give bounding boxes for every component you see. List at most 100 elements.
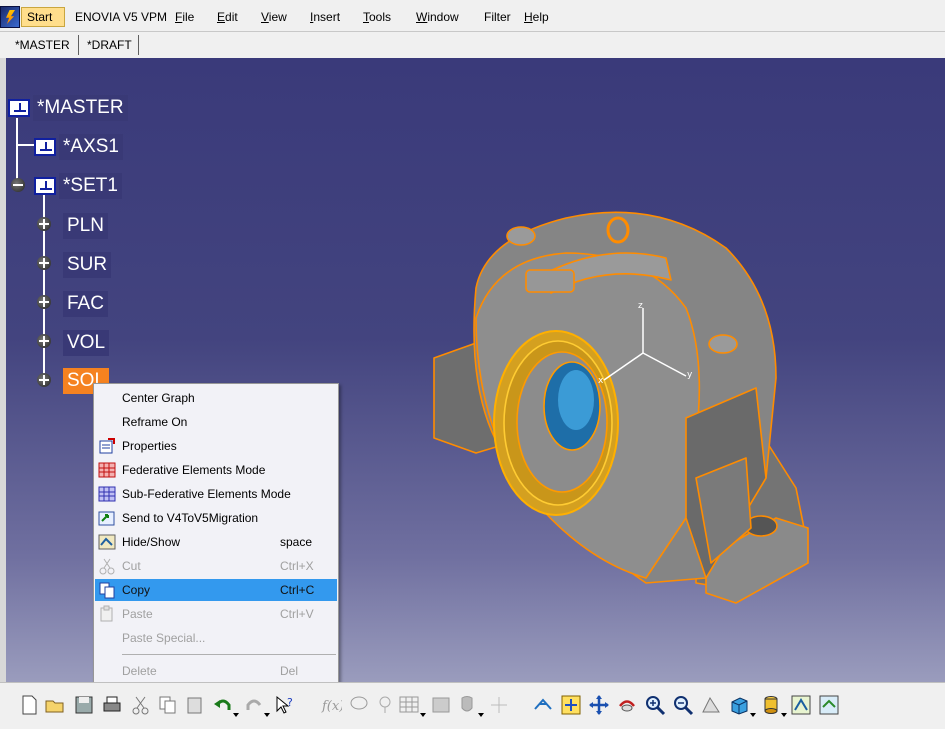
expand-icon[interactable] (37, 256, 51, 270)
macro-icon[interactable] (430, 694, 452, 716)
zoom-out-icon[interactable] (672, 694, 694, 716)
menu-item-sub-federative-mode[interactable]: Sub-Federative Elements Mode (95, 483, 337, 505)
tree-node-master[interactable]: *MASTER (8, 95, 128, 121)
menu-item-label: Hide/Show (122, 535, 181, 549)
menu-item-center-graph[interactable]: Center Graph (95, 387, 337, 409)
dropdown-arrow-icon[interactable] (781, 713, 787, 717)
tree-label-master[interactable]: *MASTER (33, 95, 128, 121)
set-node-icon (34, 177, 56, 195)
cut-icon[interactable] (130, 694, 152, 716)
pan-icon[interactable] (588, 694, 610, 716)
menu-help-rest: elp (532, 10, 549, 24)
table-icon[interactable] (398, 694, 420, 716)
menu-item-label: Reframe On (122, 415, 188, 429)
dropdown-arrow-icon[interactable] (478, 713, 484, 717)
filter-icon[interactable] (456, 694, 478, 716)
tree-label-pln[interactable]: PLN (63, 213, 108, 239)
tree-node-vol[interactable]: VOL (60, 330, 110, 356)
tree-label-set1[interactable]: *SET1 (59, 173, 122, 199)
menu-item-shortcut: space (280, 535, 313, 549)
fly-icon[interactable] (488, 694, 510, 716)
menu-window[interactable]: Window (416, 10, 459, 24)
menu-item-label: Send to V4ToV5Migration (122, 511, 259, 525)
menu-insert-rest: nsert (313, 10, 341, 24)
tree-node-pln[interactable]: PLN (60, 213, 108, 239)
paste-icon[interactable] (184, 694, 206, 716)
tab-draft[interactable]: *DRAFT (79, 35, 140, 57)
expand-icon[interactable] (37, 373, 51, 387)
copy-icon[interactable] (157, 694, 179, 716)
formula-icon[interactable]: f(x) (320, 694, 342, 716)
menu-item-label: Paste Special... (122, 631, 206, 645)
collapse-icon[interactable] (11, 178, 25, 192)
menu-view[interactable]: View (261, 10, 287, 24)
dropdown-arrow-icon[interactable] (750, 713, 756, 717)
bottom-toolbar: ? f(x) (0, 682, 945, 718)
menu-insert[interactable]: Insert (310, 10, 340, 24)
zoom-in-icon[interactable] (644, 694, 666, 716)
menu-item-label: Center Graph (122, 391, 195, 405)
dropdown-arrow-icon[interactable] (420, 713, 426, 717)
tab-master[interactable]: *MASTER (7, 35, 78, 57)
axis-x-label: x (598, 376, 604, 386)
menu-window-mnemonic: W (416, 10, 428, 24)
fit-all-icon[interactable] (560, 694, 582, 716)
sub-federative-grid-icon (98, 486, 116, 502)
tree-node-sur[interactable]: SUR (60, 252, 112, 278)
save-icon[interactable] (73, 694, 95, 716)
iso-view-icon[interactable] (728, 694, 750, 716)
menu-item-properties[interactable]: Properties (95, 435, 337, 457)
menu-window-rest: indow (427, 10, 459, 24)
menu-separator (122, 654, 336, 655)
normal-view-icon[interactable] (700, 694, 722, 716)
menu-start[interactable]: Start (21, 7, 65, 27)
svg-text:f(x): f(x) (321, 699, 342, 714)
knowledge-icon[interactable] (374, 694, 396, 716)
redo-icon[interactable] (243, 694, 265, 716)
menu-tools[interactable]: Tools (363, 10, 391, 24)
catia-logo-icon[interactable] (0, 6, 20, 28)
menu-item-send-to-migration[interactable]: Send to V4ToV5Migration (95, 507, 337, 529)
context-menu: Center Graph Reframe On Properties Feder… (93, 383, 339, 690)
menu-item-label: Sub-Federative Elements Mode (122, 487, 291, 501)
undo-icon[interactable] (212, 694, 234, 716)
hide-show-icon (98, 534, 116, 550)
menu-file[interactable]: File (175, 10, 194, 24)
dropdown-arrow-icon[interactable] (264, 713, 270, 717)
product-node-icon (8, 99, 30, 117)
open-icon[interactable] (44, 694, 66, 716)
menu-edit[interactable]: Edit (217, 10, 238, 24)
shading-icon[interactable] (760, 694, 782, 716)
menu-app-name[interactable]: ENOVIA V5 VPM (75, 10, 167, 24)
new-icon[interactable] (18, 694, 40, 716)
comment-icon[interactable] (348, 694, 370, 716)
menu-item-hide-show[interactable]: Hide/Show space (95, 531, 337, 553)
menu-filter[interactable]: Filter (484, 10, 511, 24)
expand-icon[interactable] (37, 334, 51, 348)
tree-node-fac[interactable]: FAC (60, 291, 108, 317)
hide-show-icon[interactable] (790, 694, 812, 716)
menu-item-reframe-on[interactable]: Reframe On (95, 411, 337, 433)
tree-label-vol[interactable]: VOL (63, 330, 110, 356)
expand-icon[interactable] (37, 295, 51, 309)
tree-label-sur[interactable]: SUR (63, 252, 112, 278)
swap-space-icon[interactable] (818, 694, 840, 716)
fly-mode-icon[interactable] (532, 694, 554, 716)
menu-help[interactable]: Help (524, 10, 549, 24)
menu-item-label: Delete (122, 664, 157, 678)
tree-label-fac[interactable]: FAC (63, 291, 108, 317)
axis-node-icon (34, 138, 56, 156)
menu-item-delete: Delete Del (95, 660, 337, 682)
tree-label-axs1[interactable]: *AXS1 (59, 134, 123, 160)
whats-this-icon[interactable]: ? (274, 694, 296, 716)
menu-bar: Start ENOVIA V5 VPM File Edit View Inser… (0, 0, 945, 32)
menu-item-copy[interactable]: Copy Ctrl+C (95, 579, 337, 601)
dropdown-arrow-icon[interactable] (233, 713, 239, 717)
tree-node-axs1[interactable]: *AXS1 (34, 134, 123, 160)
menu-help-mnemonic: H (524, 10, 533, 24)
menu-item-federative-mode[interactable]: Federative Elements Mode (95, 459, 337, 481)
tree-node-set1[interactable]: *SET1 (34, 173, 122, 199)
print-icon[interactable] (101, 694, 123, 716)
rotate-icon[interactable] (616, 694, 638, 716)
expand-icon[interactable] (37, 217, 51, 231)
